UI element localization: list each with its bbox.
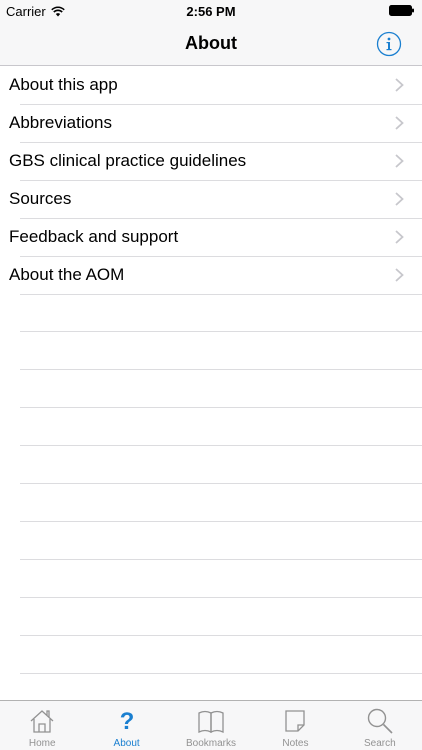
chevron-right-icon bbox=[395, 192, 404, 206]
empty-row bbox=[0, 522, 422, 560]
about-menu-list: About this app Abbreviations GBS clinica… bbox=[0, 66, 422, 674]
menu-item-label: GBS clinical practice guidelines bbox=[9, 151, 247, 170]
search-icon bbox=[367, 708, 393, 734]
empty-row bbox=[0, 370, 422, 408]
menu-item-gbs-guidelines[interactable]: GBS clinical practice guidelines bbox=[0, 142, 422, 181]
menu-item-label: About the AOM bbox=[9, 265, 125, 284]
empty-row bbox=[0, 560, 422, 598]
chevron-right-icon bbox=[395, 268, 404, 282]
question-icon: ? bbox=[119, 708, 134, 735]
empty-row bbox=[0, 484, 422, 522]
empty-row bbox=[0, 294, 422, 332]
tab-label: About bbox=[113, 738, 140, 749]
tab-label: Home bbox=[28, 738, 56, 749]
menu-item-feedback-support[interactable]: Feedback and support bbox=[0, 218, 422, 257]
tab-notes[interactable]: Notes bbox=[253, 701, 337, 750]
menu-item-sources[interactable]: Sources bbox=[0, 180, 422, 219]
chevron-right-icon bbox=[395, 154, 404, 168]
chevron-right-icon bbox=[395, 116, 404, 130]
status-time: 2:56 PM bbox=[186, 4, 236, 19]
tab-home[interactable]: Home bbox=[0, 701, 84, 750]
svg-text:?: ? bbox=[119, 708, 134, 735]
chevron-right-icon bbox=[395, 230, 404, 244]
tab-label: Notes bbox=[282, 738, 309, 749]
note-icon bbox=[285, 710, 306, 732]
empty-row bbox=[0, 598, 422, 636]
empty-row bbox=[0, 332, 422, 370]
empty-row bbox=[0, 636, 422, 674]
book-icon bbox=[198, 710, 224, 734]
tab-bookmarks[interactable]: Bookmarks bbox=[169, 701, 253, 750]
chevron-right-icon bbox=[395, 78, 404, 92]
page-title: About bbox=[185, 33, 237, 53]
menu-item-abbreviations[interactable]: Abbreviations bbox=[0, 104, 422, 143]
tab-label: Bookmarks bbox=[186, 738, 237, 749]
menu-item-about-aom[interactable]: About the AOM bbox=[0, 256, 422, 295]
menu-item-label: Abbreviations bbox=[9, 113, 113, 132]
battery-icon bbox=[389, 5, 414, 16]
menu-item-label: Sources bbox=[9, 189, 72, 208]
tab-about[interactable]: ? About bbox=[84, 701, 168, 750]
empty-row bbox=[0, 408, 422, 446]
tab-search[interactable]: Search bbox=[338, 701, 422, 750]
info-icon[interactable] bbox=[376, 31, 402, 57]
tab-label: Search bbox=[363, 738, 396, 749]
home-icon bbox=[30, 710, 54, 733]
menu-item-label: About this app bbox=[9, 75, 118, 94]
menu-item-about-this-app[interactable]: About this app bbox=[0, 66, 422, 105]
menu-item-label: Feedback and support bbox=[9, 227, 179, 246]
row-separator bbox=[20, 673, 422, 674]
status-bar: Carrier 2:56 PM bbox=[0, 0, 422, 22]
navigation-bar: About bbox=[0, 22, 422, 66]
empty-row bbox=[0, 446, 422, 484]
tab-bar: Home ? About Bookmarks Notes Search bbox=[0, 700, 422, 750]
